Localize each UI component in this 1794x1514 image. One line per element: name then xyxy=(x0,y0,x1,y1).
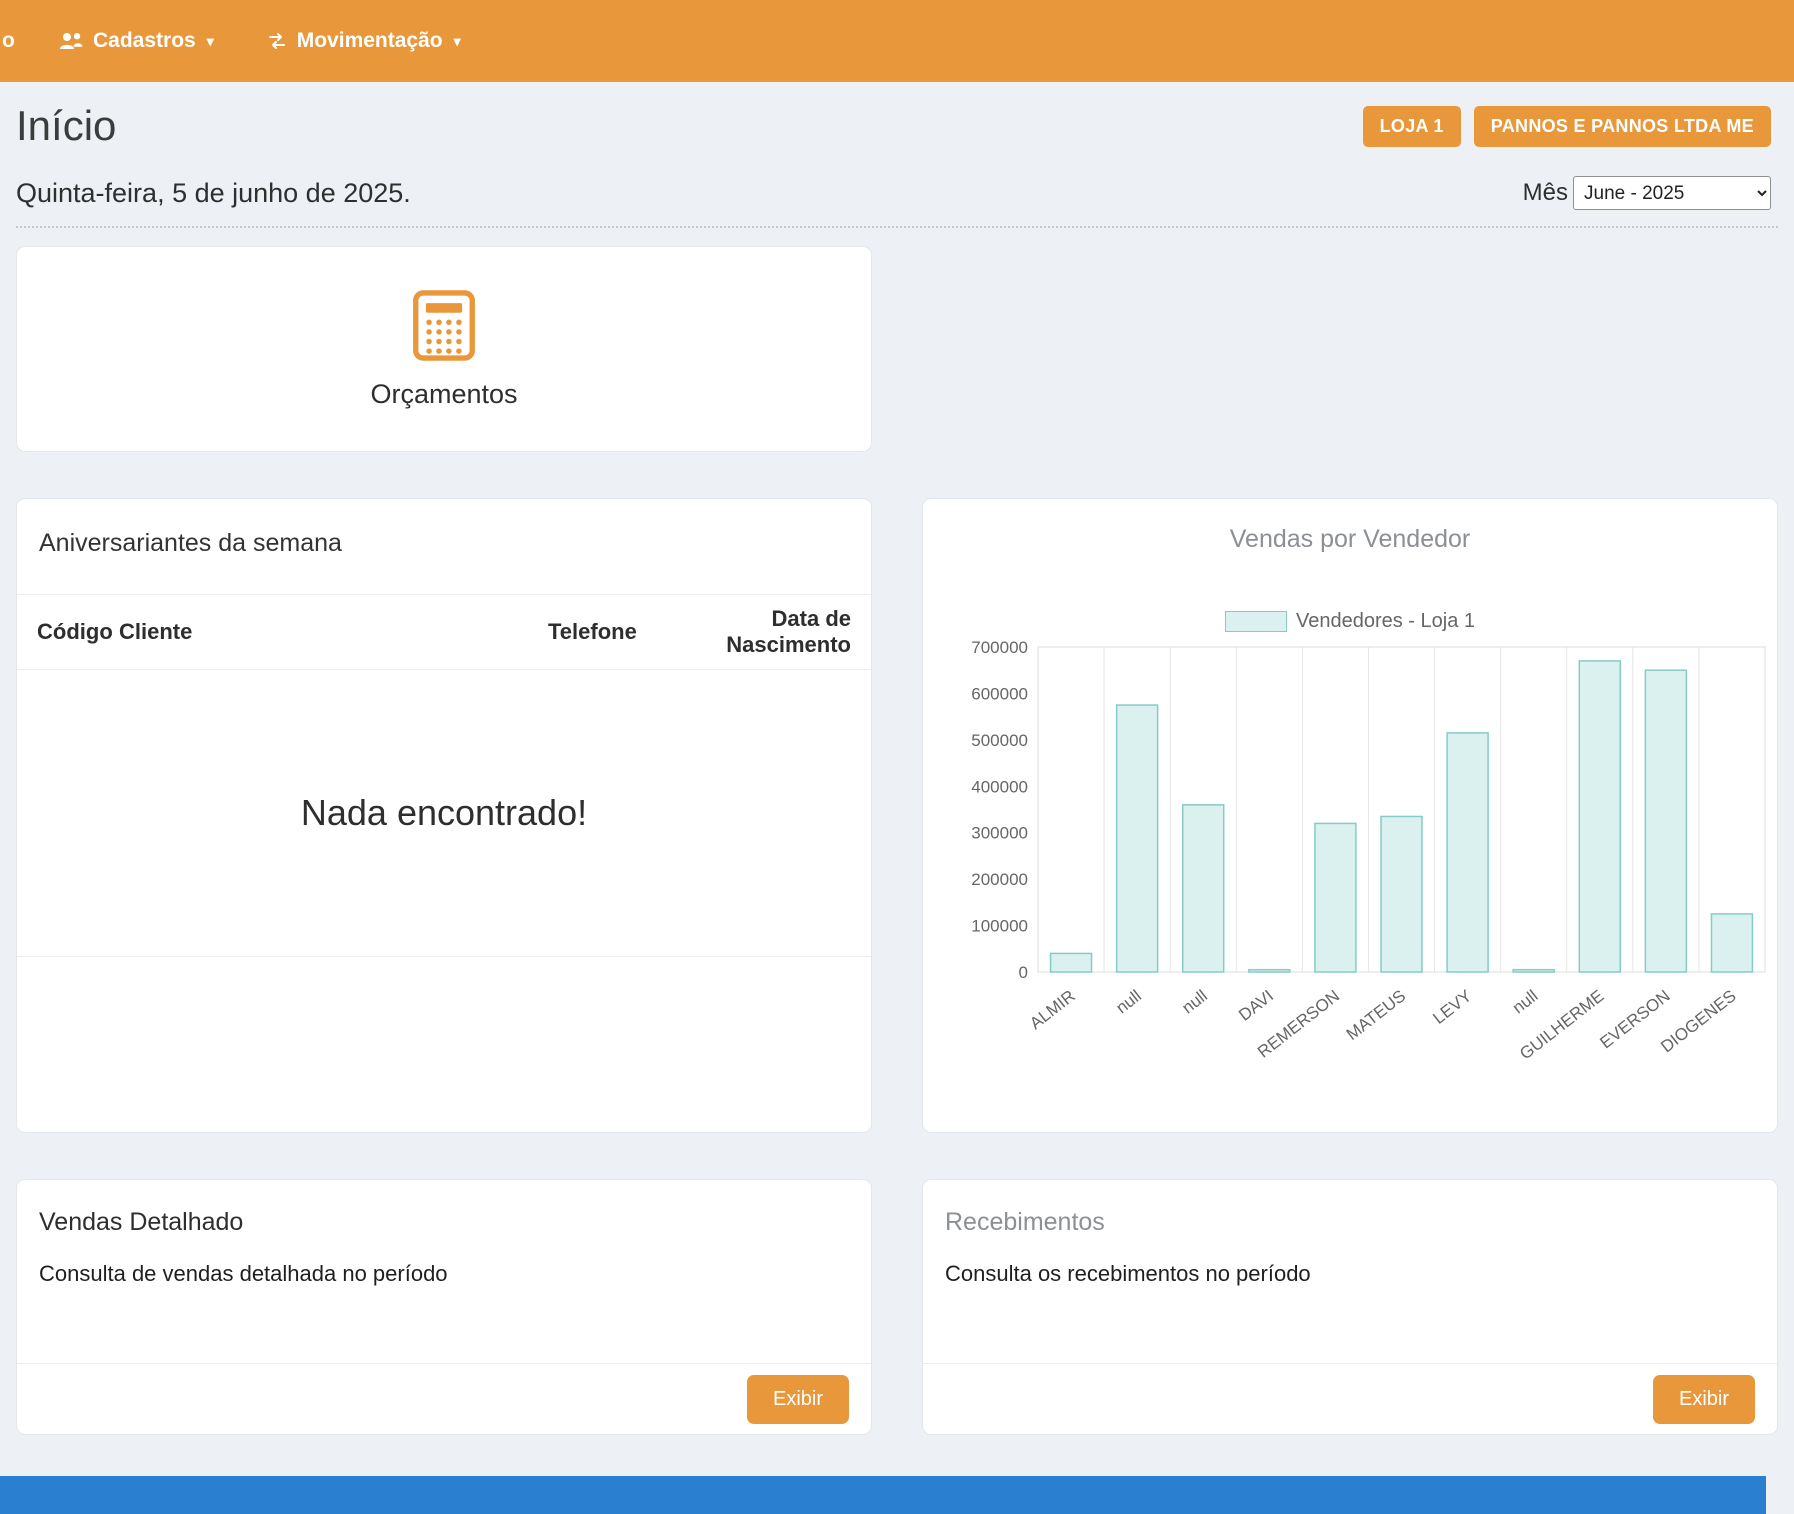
recebimentos-title: Recebimentos xyxy=(923,1180,1777,1237)
vendas-por-vendedor-card: Vendas por Vendedor Vendedores - Loja 1 … xyxy=(922,498,1778,1133)
svg-text:ALMIR: ALMIR xyxy=(1026,986,1079,1033)
vendas-detalhado-description: Consulta de vendas detalhada no período xyxy=(17,1237,871,1364)
nav-item-label: Cadastros xyxy=(93,29,196,53)
nav-item-label: Movimentação xyxy=(297,29,443,53)
birthdays-table-header: Código Cliente Telefone Data de Nascimen… xyxy=(17,595,871,670)
dotted-divider xyxy=(16,226,1778,228)
calculator-icon xyxy=(412,289,476,367)
right-column: Vendas por Vendedor Vendedores - Loja 1 … xyxy=(922,246,1778,1435)
legend-swatch xyxy=(1225,611,1287,632)
orcamentos-card[interactable]: Orçamentos xyxy=(16,246,872,452)
left-column: Orçamentos Aniversariantes da semana Cód… xyxy=(16,246,872,1435)
birthdays-footer xyxy=(17,957,871,1132)
recebimentos-exibir-button[interactable]: Exibir xyxy=(1653,1375,1755,1424)
main-content: Início LOJA 1 PANNOS E PANNOS LTDA ME Qu… xyxy=(0,102,1794,1435)
header-buttons: LOJA 1 PANNOS E PANNOS LTDA ME xyxy=(1363,106,1778,147)
svg-text:null: null xyxy=(1178,986,1211,1017)
footer-bar xyxy=(0,1476,1766,1514)
birthdays-empty-state: Nada encontrado! xyxy=(17,670,871,957)
chevron-down-icon: ▾ xyxy=(454,33,461,50)
page-title: Início xyxy=(16,102,116,150)
birthdays-card: Aniversariantes da semana Código Cliente… xyxy=(16,498,872,1133)
svg-text:200000: 200000 xyxy=(971,870,1028,889)
chevron-down-icon: ▾ xyxy=(207,33,214,50)
month-select[interactable]: June - 2025 xyxy=(1573,176,1771,210)
svg-text:600000: 600000 xyxy=(971,684,1028,703)
svg-text:null: null xyxy=(1509,986,1542,1017)
month-picker: Mês June - 2025 xyxy=(1523,176,1778,210)
nav-item-partial[interactable]: o xyxy=(2,29,16,53)
vendas-chart-svg: 0 100000 200000 300000 400000 500000 600000 700… xyxy=(927,637,1773,1077)
svg-text:300000: 300000 xyxy=(971,824,1028,843)
svg-text:500000: 500000 xyxy=(971,731,1028,750)
current-date-text: Quinta-feira, 5 de junho de 2025. xyxy=(16,178,411,209)
orcamentos-label: Orçamentos xyxy=(370,379,517,410)
company-button[interactable]: PANNOS E PANNOS LTDA ME xyxy=(1474,106,1771,147)
svg-text:0: 0 xyxy=(1019,963,1028,982)
transfer-arrows-icon xyxy=(266,32,288,50)
svg-text:100000: 100000 xyxy=(971,917,1028,936)
chart-legend: Vendedores - Loja 1 xyxy=(1225,610,1475,633)
column-header-telefone: Telefone xyxy=(548,619,653,645)
vendas-exibir-button[interactable]: Exibir xyxy=(747,1375,849,1424)
empty-message: Nada encontrado! xyxy=(301,792,587,834)
column-header-nascimento: Data de Nascimento xyxy=(653,606,851,658)
column-header-codigo: Código xyxy=(37,619,119,645)
recebimentos-card: Recebimentos Consulta os recebimentos no… xyxy=(922,1179,1778,1435)
vendas-detalhado-title: Vendas Detalhado xyxy=(17,1180,871,1237)
sales-chart: 0 100000 200000 300000 400000 500000 600000 700… xyxy=(927,637,1773,1082)
svg-text:null: null xyxy=(1112,986,1145,1017)
column-header-cliente: Cliente xyxy=(119,619,548,645)
vendas-detalhado-card: Vendas Detalhado Consulta de vendas deta… xyxy=(16,1179,872,1435)
recebimentos-footer: Exibir xyxy=(923,1364,1777,1434)
store-button[interactable]: LOJA 1 xyxy=(1363,106,1461,147)
page-header: Início LOJA 1 PANNOS E PANNOS LTDA ME xyxy=(16,102,1778,150)
legend-label: Vendedores - Loja 1 xyxy=(1296,610,1475,633)
top-navbar: o Cadastros ▾ Movimentação ▾ xyxy=(0,0,1794,82)
birthdays-title: Aniversariantes da semana xyxy=(17,499,871,595)
date-row: Quinta-feira, 5 de junho de 2025. Mês Ju… xyxy=(16,176,1778,210)
svg-text:MATEUS: MATEUS xyxy=(1343,986,1410,1044)
users-icon xyxy=(58,31,84,51)
svg-text:DAVI: DAVI xyxy=(1235,986,1277,1025)
recebimentos-description: Consulta os recebimentos no período xyxy=(923,1237,1777,1364)
nav-item-movimentacao[interactable]: Movimentação ▾ xyxy=(266,29,461,53)
svg-text:700000: 700000 xyxy=(971,638,1028,657)
svg-text:LEVY: LEVY xyxy=(1429,986,1475,1028)
vendas-detalhado-footer: Exibir xyxy=(17,1364,871,1434)
nav-item-cadastros[interactable]: Cadastros ▾ xyxy=(58,29,214,53)
svg-text:400000: 400000 xyxy=(971,777,1028,796)
chart-title: Vendas por Vendedor xyxy=(1230,525,1470,554)
month-label: Mês xyxy=(1523,179,1568,207)
